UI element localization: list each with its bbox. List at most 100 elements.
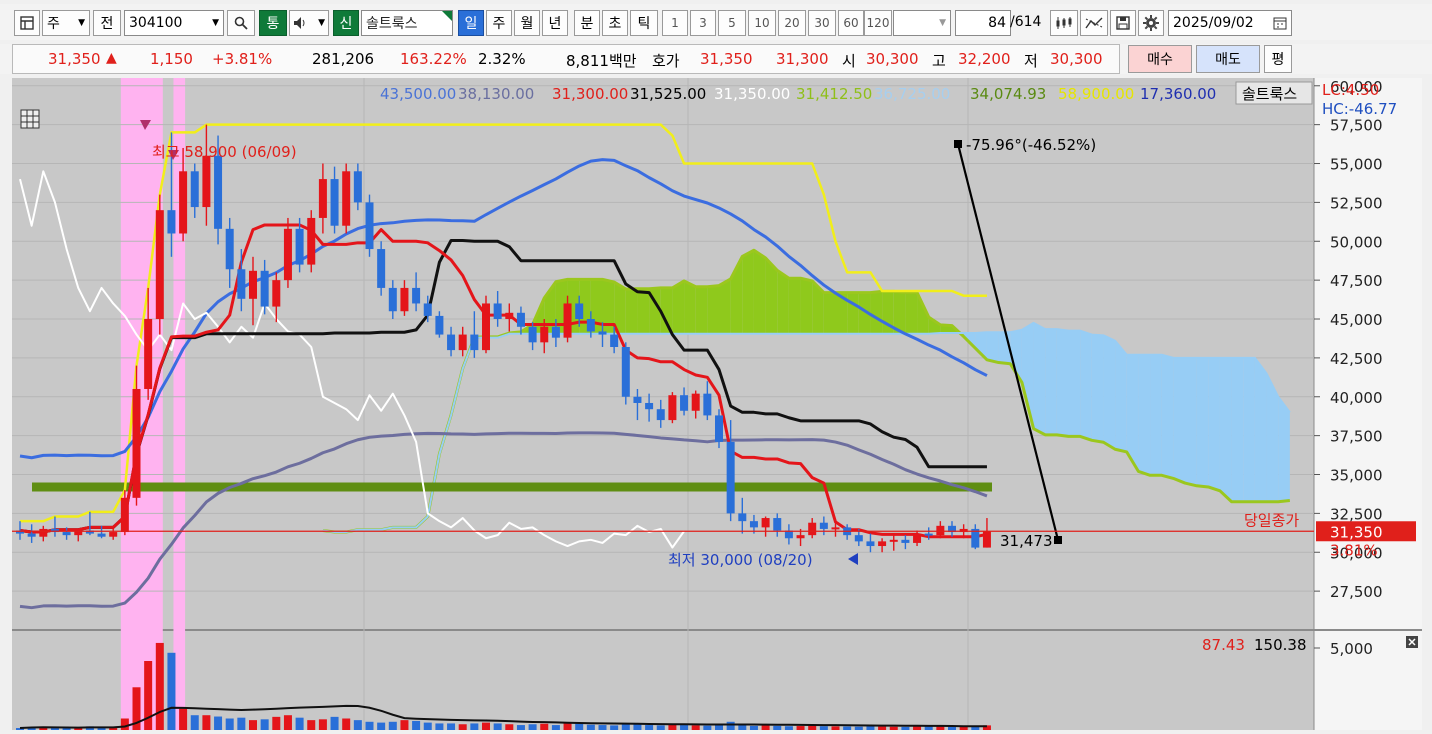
candle (936, 525, 945, 536)
volume-bar (633, 724, 642, 730)
ichimoku-cloud (847, 292, 859, 334)
highlight-column (120, 78, 163, 730)
interval-30[interactable]: 30 (808, 10, 836, 36)
volume-bar (528, 724, 537, 730)
sin-button[interactable]: 신 (333, 10, 359, 36)
stock-code-value: 304100 (129, 15, 183, 31)
candle (97, 533, 106, 537)
save-icon[interactable] (1110, 10, 1136, 36)
candle (109, 532, 118, 537)
trend-tool-icon[interactable] (1080, 10, 1108, 36)
hoga-label: 호가 (652, 52, 680, 70)
trend-handle-start[interactable] (954, 140, 962, 148)
candle (808, 522, 817, 536)
volume-bar (388, 721, 397, 730)
volume-legend-v1: 87.43 (1202, 636, 1245, 654)
volume-bar (353, 720, 362, 730)
interval-20[interactable]: 20 (778, 10, 806, 36)
interval-60[interactable]: 60 (838, 10, 864, 36)
period-tick-tab[interactable]: 틱 (630, 10, 658, 36)
interval-5[interactable]: 5 (718, 10, 746, 36)
interval-10[interactable]: 10 (748, 10, 776, 36)
speaker-button[interactable]: ▼ (289, 10, 329, 36)
volume-bar (493, 723, 502, 730)
chart-area[interactable]: 60,000 57,500 55,000 52,500 50,000 47,500 45,0… (12, 78, 1422, 730)
volume-bar (761, 725, 770, 730)
candle (400, 287, 409, 312)
ichimoku-cloud (1243, 357, 1255, 502)
candle (633, 396, 642, 403)
candle (155, 210, 164, 320)
candle (342, 171, 351, 226)
min-annotation: 최저 30,000 (08/20) (668, 551, 813, 569)
period-day-tab[interactable]: 일 (458, 10, 484, 36)
open-price: 30,300 (866, 50, 919, 68)
volume-bar (342, 718, 351, 730)
price-tick-label: 32,500 (1330, 505, 1383, 523)
buy-button[interactable]: 매수 (1128, 45, 1192, 73)
legend-v4: 31,525.00 (630, 85, 706, 103)
volume-bar (202, 715, 211, 730)
interval-3[interactable]: 3 (690, 10, 716, 36)
window-menu-icon[interactable] (14, 10, 40, 36)
period-year-tab[interactable]: 년 (542, 10, 568, 36)
period-minute-tab[interactable]: 분 (574, 10, 600, 36)
search-icon[interactable] (227, 10, 255, 36)
candle (656, 409, 665, 421)
candle (540, 326, 549, 343)
volume-bar (784, 726, 793, 730)
stock-name-field[interactable]: 솔트룩스 (361, 10, 453, 36)
volume-bar (773, 725, 782, 730)
candle (901, 539, 910, 543)
ichimoku-cloud (1045, 329, 1057, 435)
volume-bar (377, 722, 386, 730)
tong-button[interactable]: 통 (259, 10, 287, 36)
volume-panel-close-icon[interactable] (1406, 636, 1418, 648)
volume-bar (423, 722, 432, 730)
candle (493, 303, 502, 320)
volume-ratio: 163.22% (400, 50, 467, 68)
interval-120[interactable]: 120 (864, 10, 892, 36)
candle (272, 280, 281, 307)
candle (214, 155, 223, 229)
max-annotation: 최고 58,900 (06/09) (152, 143, 297, 161)
count-input[interactable]: 84 (955, 10, 1011, 36)
price-change-pct: +3.81% (212, 50, 273, 68)
eval-button[interactable]: 평 (1264, 45, 1292, 73)
volume-bar (249, 720, 257, 730)
gear-icon[interactable] (1138, 10, 1164, 36)
candle (703, 393, 712, 416)
period-week-tab[interactable]: 주 (486, 10, 512, 36)
trend-handle-end[interactable] (1054, 536, 1062, 544)
candle (913, 533, 922, 543)
candle (225, 228, 234, 270)
date-input[interactable]: 2025/09/02 (1168, 10, 1292, 36)
candle (668, 395, 677, 421)
candle (889, 539, 898, 542)
chart-tool-icon[interactable] (1050, 10, 1078, 36)
sell-button[interactable]: 매도 (1196, 45, 1260, 73)
grid-toggle-icon[interactable] (20, 109, 40, 129)
interval-custom-select[interactable]: ▼ (893, 10, 951, 36)
volume-bar (225, 718, 234, 730)
stock-code-input[interactable]: 304100 ▼ (124, 10, 224, 36)
price-chart-svg[interactable]: 60,00057,50055,00052,50050,00047,50045,0… (12, 78, 1422, 730)
period-month-tab[interactable]: 월 (514, 10, 540, 36)
ichimoku-cloud (788, 278, 801, 334)
jeon-button[interactable]: 전 (93, 10, 121, 36)
volume-bar (610, 725, 619, 730)
volume-bar (586, 724, 595, 730)
ichimoku-cloud (870, 291, 883, 334)
ichimoku-cloud (823, 292, 836, 334)
candle (691, 393, 700, 411)
volume-plot-bg (12, 630, 1314, 730)
candle (365, 202, 374, 250)
period-second-tab[interactable]: 초 (602, 10, 628, 36)
candle (645, 402, 654, 410)
ichimoku-cloud (707, 285, 719, 334)
price-change: 1,150 (150, 50, 193, 68)
volume-bar (295, 717, 304, 730)
mode-select[interactable]: 주 ▼ (42, 10, 90, 36)
interval-1[interactable]: 1 (662, 10, 688, 36)
speaker-icon (294, 17, 305, 29)
